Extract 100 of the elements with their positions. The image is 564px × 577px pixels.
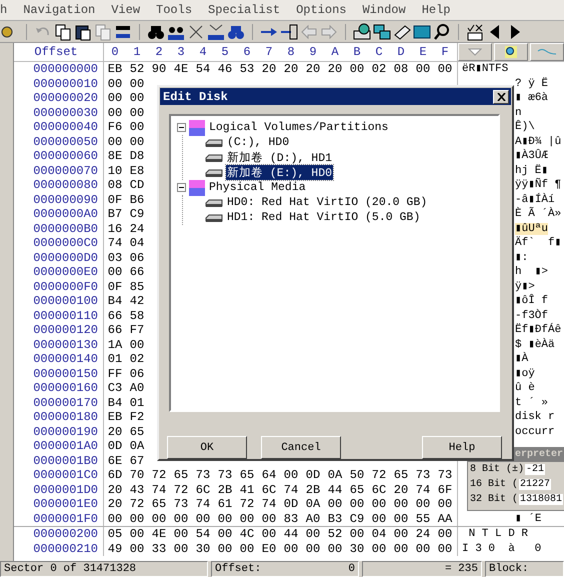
hex-byte: 01 — [106, 352, 124, 366]
hex-byte: 66 — [128, 265, 146, 280]
hex-byte: FF — [106, 366, 124, 381]
column-header: F — [440, 44, 450, 61]
hex-byte: 04 — [128, 236, 146, 250]
hex-byte: 00 — [172, 527, 190, 542]
hex-byte: 05 — [106, 527, 124, 542]
dialog-title: Edit Disk — [163, 90, 228, 104]
hex-byte: 10 — [106, 164, 124, 178]
hex-byte: 6C — [194, 482, 212, 497]
hex-byte: 00 — [304, 527, 322, 542]
menu-item[interactable]: h — [0, 3, 8, 17]
ascii-text: Ê)\ — [515, 121, 535, 133]
hex-byte: 42 — [128, 294, 146, 308]
hex-byte: 02 — [370, 62, 388, 76]
hex-byte: 74 — [150, 482, 168, 497]
hex-byte: 73 — [216, 468, 234, 482]
hex-byte: 00 — [414, 497, 432, 512]
hex-byte: E8 — [128, 164, 146, 178]
menu-item[interactable]: Options — [296, 3, 346, 17]
hex-byte: 6C — [260, 482, 278, 497]
tree-item[interactable]: 新加卷 (E:), HD0 — [226, 165, 334, 180]
hex-byte: 8E — [106, 149, 124, 164]
hex-byte: 52 — [128, 62, 146, 76]
ascii-text: û è — [515, 382, 535, 394]
column-header: 2 — [154, 44, 164, 61]
menu-item[interactable]: View — [111, 3, 140, 17]
hex-byte: 00 — [370, 497, 388, 512]
hex-byte: 00 — [106, 512, 124, 526]
menu-item[interactable]: Window — [362, 3, 406, 17]
ascii-text: Äf` f▮ — [515, 237, 562, 249]
column-header: 0 — [110, 44, 120, 61]
hex-byte: 2B — [304, 482, 322, 497]
interpreter-label: 16 Bit ( — [470, 479, 518, 490]
dialog-button[interactable]: Cancel — [261, 436, 341, 459]
hex-byte: 00 — [106, 76, 124, 91]
hex-byte: 00 — [414, 62, 432, 76]
status-value: = 235 — [362, 561, 482, 577]
hex-byte: 0F — [106, 192, 124, 207]
hex-byte: 0D — [304, 468, 322, 482]
hex-byte: 24 — [414, 527, 432, 542]
hex-byte: 00 — [172, 542, 190, 556]
hex-byte: 00 — [370, 512, 388, 526]
hex-byte: 66 — [106, 308, 124, 323]
hex-byte: 20 — [392, 482, 410, 497]
offset-cell: 000000020 — [14, 91, 104, 106]
dialog-button[interactable]: OK — [167, 436, 247, 459]
hex-byte: 00 — [216, 512, 234, 526]
hex-byte: 00 — [282, 468, 300, 482]
tree-item[interactable]: 新加卷 (D:), HD1 — [226, 150, 334, 166]
hex-byte: B4 — [106, 294, 124, 308]
hex-byte: 00 — [392, 542, 410, 556]
hex-byte: 73 — [194, 468, 212, 482]
hex-byte: 00 — [436, 542, 454, 556]
hex-byte: 55 — [414, 512, 432, 526]
hex-byte: 65 — [238, 468, 256, 482]
hex-byte: 08 — [106, 178, 124, 192]
hex-byte: 30 — [194, 542, 212, 556]
hex-byte: 06 — [128, 366, 146, 381]
hex-byte: B6 — [128, 192, 146, 207]
menu-item[interactable]: Help — [422, 3, 451, 17]
hex-byte: 6C — [370, 482, 388, 497]
hex-byte: B3 — [326, 512, 344, 526]
hex-byte: 83 — [282, 512, 300, 526]
hex-byte: 0D — [106, 439, 124, 454]
hex-byte: 00 — [348, 527, 366, 542]
hex-byte: 20 — [106, 482, 124, 497]
hex-byte: 06 — [128, 250, 146, 265]
hex-byte: 72 — [238, 497, 256, 512]
menu-item[interactable]: Specialist — [208, 3, 280, 17]
offset-cell: 0000000B0 — [14, 222, 104, 236]
hex-byte: 73 — [436, 468, 454, 482]
hex-byte: 43 — [128, 482, 146, 497]
hex-byte: 65 — [348, 482, 366, 497]
tree-item[interactable]: (C:), HD0 — [226, 136, 290, 150]
hex-byte: 70 — [128, 468, 146, 482]
hex-byte: 74 — [282, 482, 300, 497]
tree-item[interactable]: HD0: Red Hat VirtIO (20.0 GB) — [226, 196, 428, 210]
menu-item[interactable]: Tools — [156, 3, 192, 17]
column-header: 7 — [264, 44, 274, 61]
offset-cell: 000000060 — [14, 149, 104, 164]
hex-byte: 00 — [414, 542, 432, 556]
menu-item[interactable]: Navigation — [23, 3, 96, 17]
offset-cell: 0000000A0 — [14, 207, 104, 222]
tree-item[interactable]: Physical Media — [208, 181, 307, 194]
column-header: 3 — [176, 44, 186, 61]
hex-byte: 64 — [260, 468, 278, 482]
hex-byte: F2 — [128, 410, 146, 424]
hex-byte: 00 — [128, 106, 146, 120]
tree-item[interactable]: Logical Volumes/Partitions — [208, 121, 390, 134]
hex-byte: 00 — [260, 527, 278, 542]
hex-byte: 04 — [370, 527, 388, 542]
hex-byte: D8 — [128, 149, 146, 164]
hex-byte: 20 — [304, 62, 322, 76]
ascii-text: -â▮ÍÀí — [515, 194, 555, 206]
ascii-text: -f3Òf — [515, 310, 548, 322]
hex-byte: 85 — [128, 280, 146, 294]
tree-item[interactable]: HD1: Red Hat VirtIO (5.0 GB) — [226, 211, 422, 224]
hex-byte: 72 — [150, 468, 168, 482]
interpreter-value: 21227 — [519, 479, 552, 490]
